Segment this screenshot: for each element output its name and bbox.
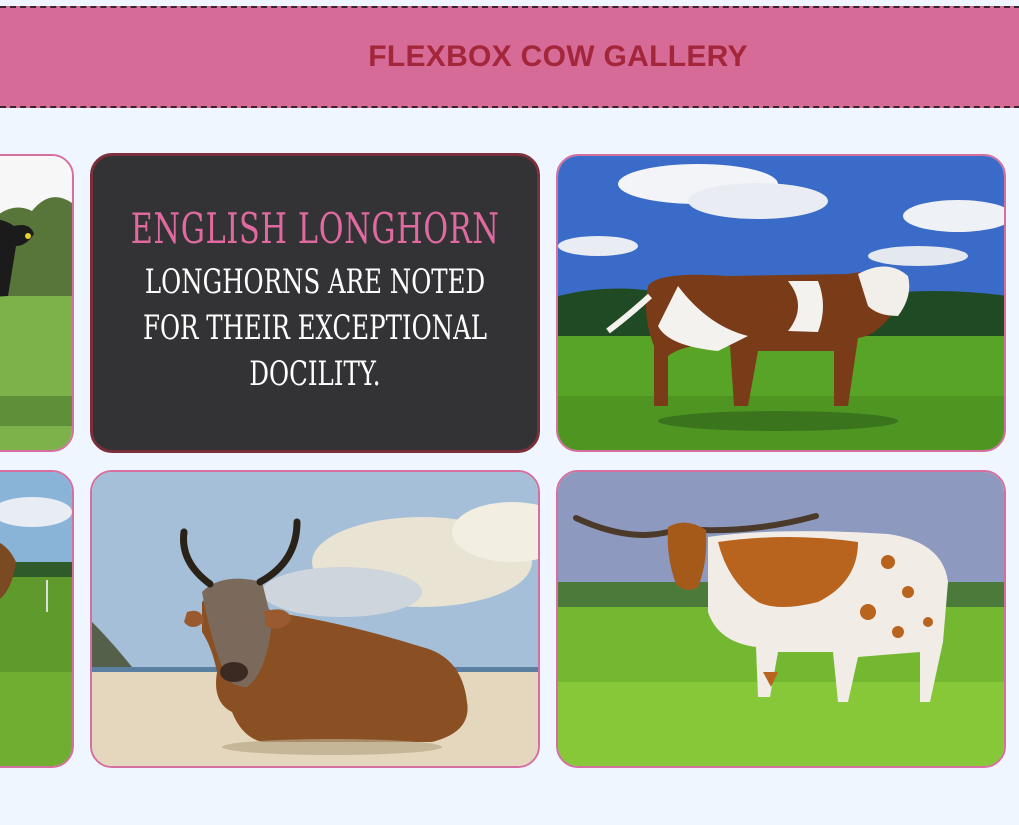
cow-photo-card-zebu[interactable]: [90, 470, 540, 768]
breed-title: English Longhorn: [130, 203, 500, 253]
cow-photo-card-texas-longhorn[interactable]: [556, 470, 1006, 768]
gallery-header: FLEXBOX COW GALLERY: [0, 6, 1019, 108]
page-title: FLEXBOX COW GALLERY: [368, 40, 748, 73]
brown-white-cow-field-image: [558, 156, 1004, 450]
info-card: English Longhorn Longhorns are noted for…: [90, 153, 540, 453]
cow-green-field-image: [0, 472, 72, 766]
breed-description: Longhorns are noted for their exceptiona…: [142, 261, 488, 394]
cow-photo-card-green-field[interactable]: [0, 470, 74, 768]
texas-longhorn-grass-image: [558, 472, 1004, 766]
cow-photo-card-black-cow[interactable]: [0, 154, 74, 452]
cow-photo-card-brown-white[interactable]: [556, 154, 1006, 452]
zebu-on-beach-image: [92, 472, 538, 766]
black-cow-pasture-image: [0, 156, 72, 450]
